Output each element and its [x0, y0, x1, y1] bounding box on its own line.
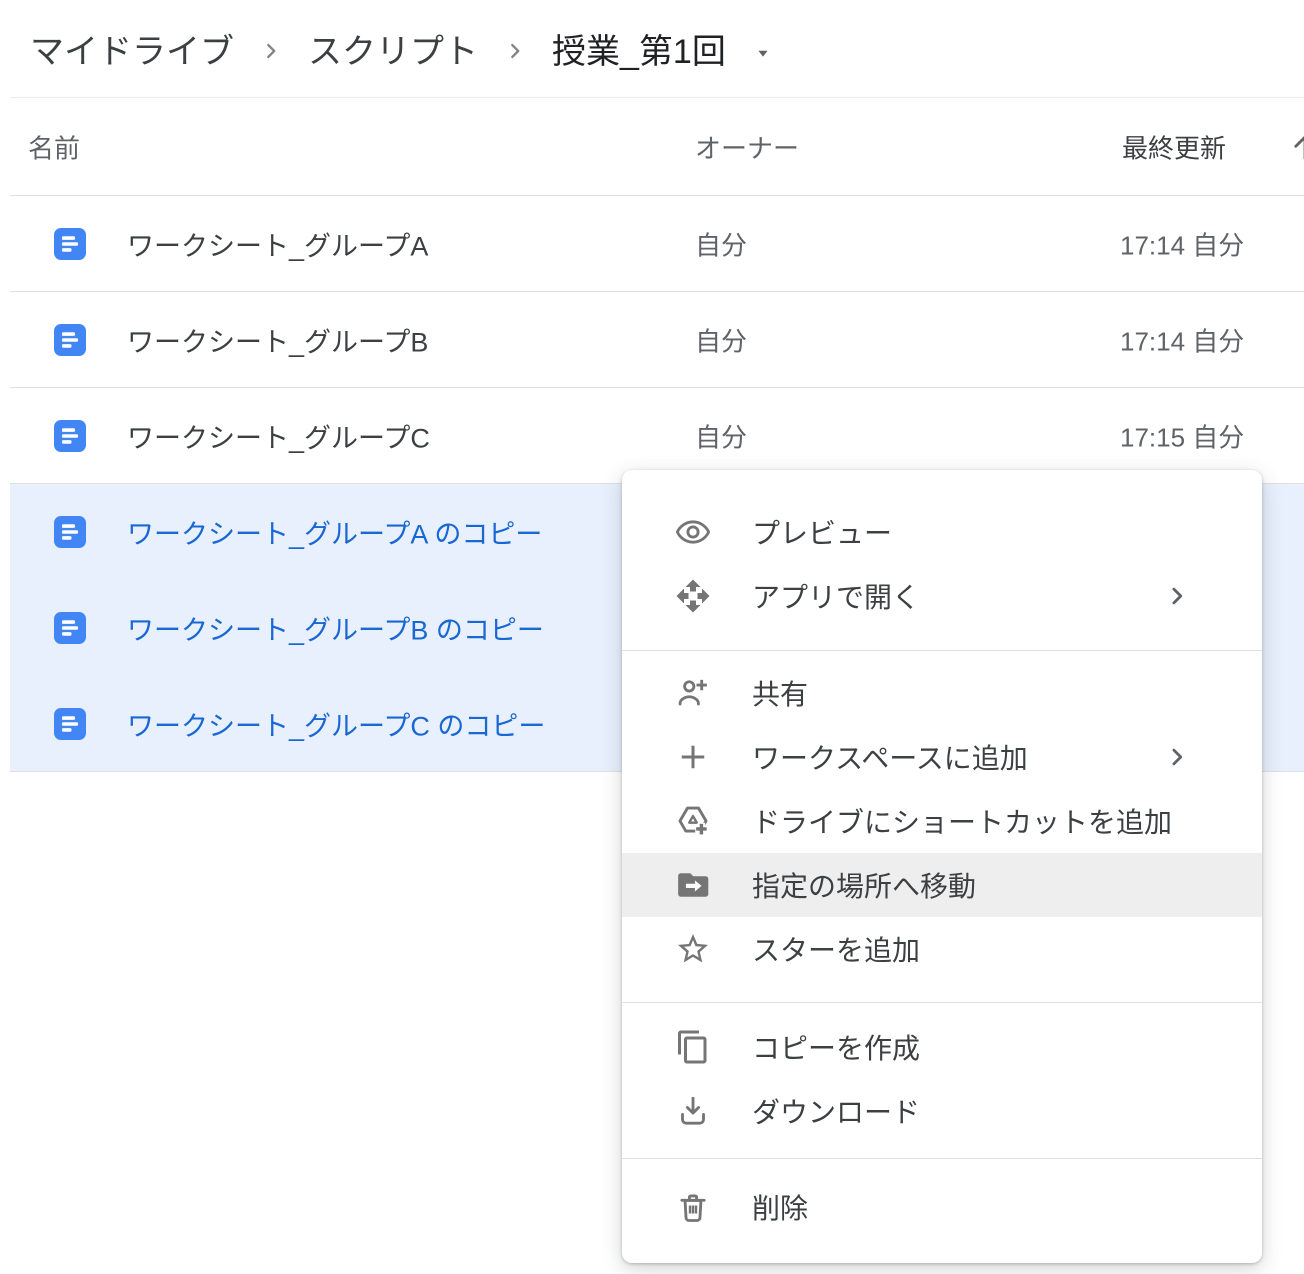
breadcrumb: マイドライブ スクリプト 授業_第1回 — [0, 0, 1304, 97]
file-row[interactable]: ワークシート_グループA 自分 17:14 自分 — [10, 196, 1304, 292]
column-header-owner[interactable]: オーナー — [695, 128, 799, 165]
menu-item-make-a-copy[interactable]: コピーを作成 — [622, 1015, 1262, 1079]
file-name: ワークシート_グループA のコピー — [127, 512, 542, 551]
docs-file-icon — [54, 228, 86, 260]
menu-item-label: 削除 — [752, 1187, 808, 1227]
trash-icon — [674, 1188, 712, 1226]
file-name: ワークシート_グループA — [127, 224, 428, 263]
file-owner: 自分 — [695, 417, 747, 454]
open-with-icon — [674, 577, 712, 615]
breadcrumb-item-my-drive[interactable]: マイドライブ — [30, 24, 234, 73]
menu-item-add-shortcut-to-drive[interactable]: ドライブにショートカットを追加 — [622, 789, 1262, 853]
menu-item-label: プレビュー — [752, 512, 892, 552]
menu-item-label: コピーを作成 — [752, 1027, 920, 1067]
file-last-modified: 17:14 自分 — [1120, 321, 1244, 358]
context-menu: プレビューアプリで開く共有ワークスペースに追加ドライブにショートカットを追加指定… — [622, 470, 1262, 1263]
docs-file-icon — [54, 708, 86, 740]
file-last-modified: 17:14 自分 — [1120, 225, 1244, 262]
menu-item-label: ドライブにショートカットを追加 — [752, 801, 1172, 841]
menu-item-label: ダウンロード — [752, 1091, 920, 1131]
file-last-modified: 17:15 自分 — [1120, 417, 1244, 454]
table-header: 名前 オーナー 最終更新 — [10, 98, 1304, 196]
breadcrumb-item-scripts[interactable]: スクリプト — [308, 24, 478, 73]
column-header-name[interactable]: 名前 — [28, 128, 80, 165]
menu-item-label: ワークスペースに追加 — [752, 737, 1028, 777]
file-row[interactable]: ワークシート_グループB 自分 17:14 自分 — [10, 292, 1304, 388]
drive-file-browser: マイドライブ スクリプト 授業_第1回 名前 オーナー 最終更新 ワークシート_… — [0, 0, 1304, 1274]
menu-item-download[interactable]: ダウンロード — [622, 1079, 1262, 1143]
menu-item-remove[interactable]: 削除 — [622, 1175, 1262, 1239]
eye-icon — [674, 513, 712, 551]
docs-file-icon — [54, 612, 86, 644]
arrow-up-icon[interactable] — [1288, 130, 1304, 164]
menu-item-add-to-workspace[interactable]: ワークスペースに追加 — [622, 725, 1262, 789]
column-header-modified[interactable]: 最終更新 — [1122, 128, 1226, 165]
context-menu-section: コピーを作成ダウンロード — [622, 1002, 1262, 1158]
menu-item-label: 共有 — [752, 673, 808, 713]
star-icon — [674, 930, 712, 968]
person-add-icon — [674, 674, 712, 712]
file-name: ワークシート_グループC — [127, 416, 430, 455]
chevron-right-icon — [502, 38, 528, 64]
menu-item-open-with-app[interactable]: アプリで開く — [622, 564, 1262, 628]
chevron-right-icon — [1162, 581, 1192, 611]
context-menu-section: 共有ワークスペースに追加ドライブにショートカットを追加指定の場所へ移動スターを追… — [622, 650, 1262, 1002]
folder-move-icon — [674, 866, 712, 904]
menu-item-add-star[interactable]: スターを追加 — [622, 917, 1262, 981]
file-name: ワークシート_グループB のコピー — [127, 608, 544, 647]
download-icon — [674, 1092, 712, 1130]
menu-item-share[interactable]: 共有 — [622, 661, 1262, 725]
chevron-right-icon — [1162, 742, 1192, 772]
docs-file-icon — [54, 420, 86, 452]
menu-item-label: 指定の場所へ移動 — [752, 865, 976, 905]
docs-file-icon — [54, 324, 86, 356]
context-menu-section: 削除 — [622, 1158, 1262, 1263]
breadcrumb-item-current-folder[interactable]: 授業_第1回 — [552, 24, 726, 73]
file-name: ワークシート_グループB — [127, 320, 428, 359]
file-owner: 自分 — [695, 321, 747, 358]
context-menu-section: プレビューアプリで開く — [622, 470, 1262, 650]
menu-item-label: アプリで開く — [752, 576, 920, 616]
caret-down-icon[interactable] — [752, 42, 774, 64]
menu-item-preview[interactable]: プレビュー — [622, 500, 1262, 564]
menu-item-move-to[interactable]: 指定の場所へ移動 — [622, 853, 1262, 917]
plus-icon — [674, 738, 712, 776]
menu-item-label: スターを追加 — [752, 929, 920, 969]
chevron-right-icon — [258, 38, 284, 64]
copy-icon — [674, 1028, 712, 1066]
drive-shortcut-icon — [674, 802, 712, 840]
file-name: ワークシート_グループC のコピー — [127, 704, 545, 743]
file-owner: 自分 — [695, 225, 747, 262]
docs-file-icon — [54, 516, 86, 548]
